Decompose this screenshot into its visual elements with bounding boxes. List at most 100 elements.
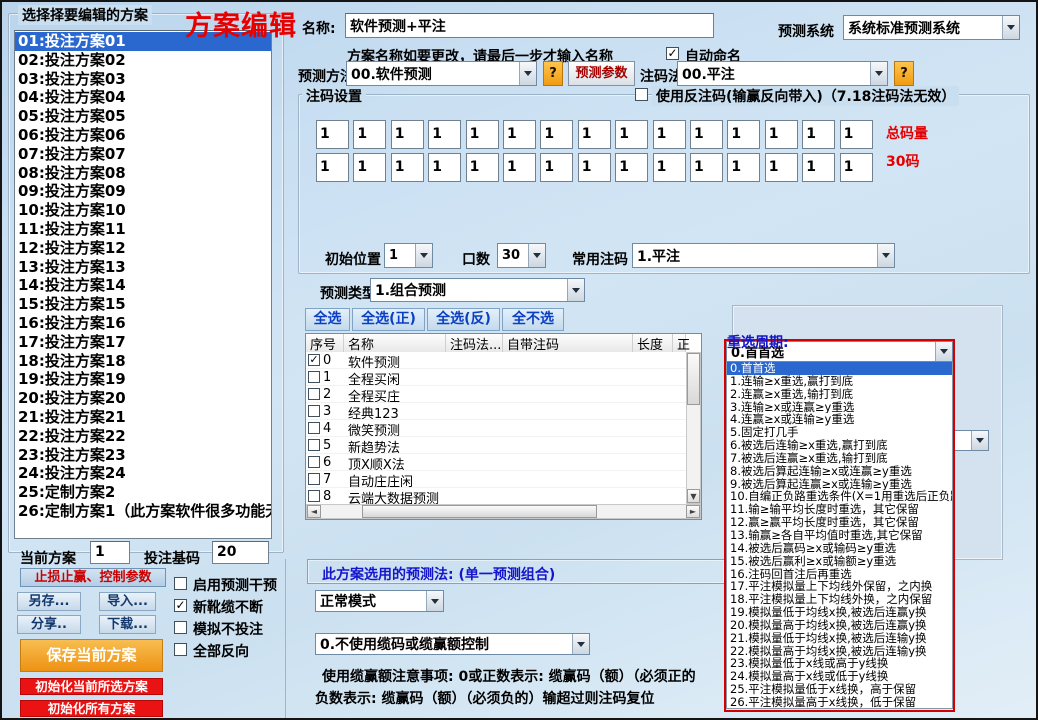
plan-list-item[interactable]: 15:投注方案15 (15, 295, 271, 314)
mouth-count-select[interactable]: 30 (497, 243, 546, 268)
bet-code-input[interactable]: 1 (840, 120, 873, 149)
bet-code-input[interactable]: 1 (503, 120, 536, 149)
table-header-cell[interactable]: 长度 (633, 334, 673, 352)
plan-listbox[interactable]: 01:投注方案0102:投注方案0203:投注方案0304:投注方案0405:投… (14, 30, 272, 539)
table-vscrollbar[interactable]: ▼ (686, 352, 701, 504)
chevron-down-icon[interactable] (426, 591, 443, 611)
chevron-down-icon[interactable] (971, 431, 988, 450)
table-row[interactable]: 3经典123 (306, 403, 701, 420)
reverse-bet-checkbox[interactable] (635, 88, 648, 101)
plan-list-item[interactable]: 20:投注方案20 (15, 389, 271, 408)
method-checkbox[interactable] (308, 388, 320, 400)
bet-code-input[interactable]: 1 (765, 153, 798, 182)
stop-loss-control-button[interactable]: 止损止赢、控制参数 (20, 568, 166, 587)
bet-code-input[interactable]: 1 (615, 120, 648, 149)
bet-base-input[interactable]: 20 (212, 541, 269, 564)
bet-code-input[interactable]: 1 (802, 153, 835, 182)
bet-code-input[interactable]: 1 (653, 153, 686, 182)
code-help-button[interactable]: ? (894, 61, 914, 86)
import-button[interactable]: 导入... (99, 592, 156, 611)
method-checkbox[interactable] (308, 473, 320, 485)
table-header-cell[interactable]: 名称 (344, 334, 446, 352)
select-all-pos-button[interactable]: 全选(正) (352, 308, 425, 331)
scroll-left-icon[interactable]: ◄ (307, 505, 321, 518)
download-button[interactable]: 下载... (99, 615, 156, 634)
reselect-option[interactable]: 6.被选后连输≥x重选,赢打到底 (727, 439, 952, 452)
method-checkbox-checked[interactable]: ✓ (308, 354, 320, 366)
chevron-down-icon[interactable] (870, 62, 887, 85)
plan-list-item[interactable]: 23:投注方案23 (15, 446, 271, 465)
vscroll-thumb[interactable] (687, 353, 700, 405)
option-checkbox[interactable] (174, 577, 187, 590)
plan-list-item[interactable]: 11:投注方案11 (15, 220, 271, 239)
code-method-select[interactable]: 00.平注 (677, 61, 888, 86)
plan-list-item[interactable]: 10:投注方案10 (15, 201, 271, 220)
plan-list-item[interactable]: 22:投注方案22 (15, 427, 271, 446)
method-help-button[interactable]: ? (543, 61, 563, 86)
bet-code-input[interactable]: 1 (316, 120, 349, 149)
share-button[interactable]: 分享.. (17, 615, 81, 634)
reselect-option[interactable]: 15.被选后赢利≥x或输额≥y重选 (727, 555, 952, 568)
table-row[interactable]: 8云端大数据预测 (306, 488, 701, 505)
plan-list-item[interactable]: 26:定制方案1（此方案软件很多功能无 (15, 502, 271, 521)
predict-type-select[interactable]: 1.组合预测 (370, 278, 585, 302)
reselect-option[interactable]: 0.首首选 (727, 362, 952, 375)
option-checkbox[interactable] (174, 643, 187, 656)
bet-code-input[interactable]: 1 (353, 120, 386, 149)
autoname-checkbox[interactable]: ✓ (666, 47, 679, 60)
reselect-option[interactable]: 2.连赢≥x重选,输打到底 (727, 388, 952, 401)
reselect-option[interactable]: 21.模拟量低于均线x换,被选后连输y换 (727, 632, 952, 645)
bet-code-input[interactable]: 1 (391, 120, 424, 149)
chevron-down-icon[interactable] (519, 62, 536, 85)
reselect-option[interactable]: 22.模拟量高于均线x换,被选后连输y换 (727, 645, 952, 658)
reselect-option[interactable]: 3.连输≥x或连赢≥y重选 (727, 401, 952, 414)
bet-code-input[interactable]: 1 (391, 153, 424, 182)
bet-code-input[interactable]: 1 (653, 120, 686, 149)
init-all-plans-button[interactable]: 初始化所有方案 (20, 700, 163, 717)
reselect-option[interactable]: 14.被选后赢码≥x或输码≥y重选 (727, 542, 952, 555)
chevron-down-icon[interactable] (572, 634, 589, 654)
reselect-option[interactable]: 4.连赢≥x或连输≥y重选 (727, 413, 952, 426)
bet-code-input[interactable]: 1 (466, 153, 499, 182)
table-header-cell[interactable]: 注码法... (446, 334, 503, 352)
plan-list-item[interactable]: 05:投注方案05 (15, 107, 271, 126)
table-header-cell[interactable]: 自带注码 (503, 334, 633, 352)
save-current-plan-button[interactable]: 保存当前方案 (20, 639, 163, 672)
method-select[interactable]: 00.软件预测 (346, 61, 537, 86)
bet-code-input[interactable]: 1 (353, 153, 386, 182)
reselect-dropdown-list[interactable]: 0.首首选1.连输≥x重选,赢打到底2.连赢≥x重选,输打到底3.连输≥x或连赢… (726, 362, 953, 709)
table-row[interactable]: ✓0软件预测 (306, 352, 701, 369)
plan-list-item[interactable]: 25:定制方案2 (15, 483, 271, 502)
bet-code-input[interactable]: 1 (578, 120, 611, 149)
reselect-option[interactable]: 8.被选后算起连输≥x或连赢≥y重选 (727, 465, 952, 478)
reselect-option[interactable]: 13.输赢≥各自平均值时重选,其它保留 (727, 529, 952, 542)
system-select[interactable]: 系统标准预测系统 (843, 15, 1020, 40)
plan-list-item[interactable]: 08:投注方案08 (15, 164, 271, 183)
plan-list-item[interactable]: 18:投注方案18 (15, 352, 271, 371)
plan-list-item[interactable]: 03:投注方案03 (15, 70, 271, 89)
bet-code-input[interactable]: 1 (428, 153, 461, 182)
chevron-down-icon[interactable] (528, 244, 545, 267)
method-checkbox[interactable] (308, 405, 320, 417)
reselect-option[interactable]: 18.平注模拟量上下均线外换，之内保留 (727, 593, 952, 606)
plan-list-item[interactable]: 07:投注方案07 (15, 145, 271, 164)
table-row[interactable]: 1全程买闲 (306, 369, 701, 386)
bet-code-input[interactable]: 1 (466, 120, 499, 149)
method-checkbox[interactable] (308, 439, 320, 451)
reselect-option[interactable]: 12.赢≥赢平均长度时重选，其它保留 (727, 516, 952, 529)
mode-select[interactable]: 正常模式 (315, 590, 444, 612)
select-none-button[interactable]: 全不选 (502, 308, 564, 331)
bet-code-input[interactable]: 1 (540, 153, 573, 182)
method-checkbox[interactable] (308, 422, 320, 434)
plan-list-item[interactable]: 19:投注方案19 (15, 370, 271, 389)
bet-code-input[interactable]: 1 (578, 153, 611, 182)
select-all-neg-button[interactable]: 全选(反) (427, 308, 500, 331)
cable-control-select[interactable]: 0.不使用缆码或缆赢额控制 (315, 633, 590, 655)
reselect-option[interactable]: 17.平注模拟量上下均线外保留，之内换 (727, 580, 952, 593)
table-header-cell[interactable]: 序号 (306, 334, 344, 352)
reselect-option[interactable]: 26.平注模拟量高于x线换，低于保留 (727, 696, 952, 709)
predict-params-button[interactable]: 预测参数 (568, 61, 635, 86)
init-selected-plan-button[interactable]: 初始化当前所选方案 (20, 678, 163, 695)
common-code-select[interactable]: 1.平注 (632, 243, 895, 268)
table-hscrollbar[interactable]: ◄ ► (306, 504, 701, 519)
